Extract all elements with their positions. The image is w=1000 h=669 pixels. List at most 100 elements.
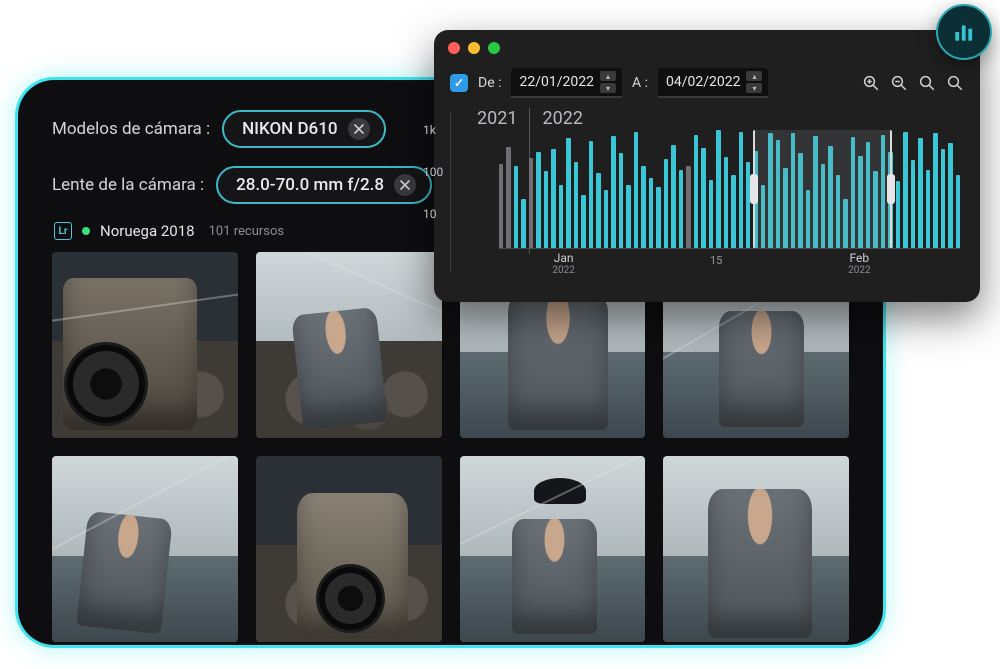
histogram-bar[interactable] (828, 146, 832, 248)
thumbnail-grid (52, 252, 849, 642)
window-close-icon[interactable] (448, 42, 460, 54)
histogram-bar[interactable] (679, 170, 683, 248)
stepper-icon[interactable]: ▴▾ (600, 71, 616, 93)
histogram-bar[interactable] (664, 159, 668, 248)
histogram-bar[interactable] (753, 151, 757, 248)
histogram-bar[interactable] (731, 175, 735, 248)
status-dot-icon (82, 227, 90, 235)
zoom-reset-icon[interactable] (946, 74, 964, 92)
histogram-bar[interactable] (551, 149, 555, 248)
histogram-bar[interactable] (881, 135, 885, 248)
histogram-bar[interactable] (709, 180, 713, 248)
filter-chip-camera-model[interactable]: NIKON D610 (222, 110, 385, 148)
histogram-bar[interactable] (589, 141, 593, 248)
y-tick: 100 (423, 165, 443, 179)
date-from-value: 22/01/2022 (519, 74, 594, 90)
thumbnail[interactable] (52, 252, 238, 438)
close-icon[interactable] (348, 118, 370, 140)
histogram-bar[interactable] (866, 142, 870, 248)
histogram-bar[interactable] (566, 138, 570, 248)
histogram-bar[interactable] (604, 190, 608, 248)
filter-chip-lens[interactable]: 28.0-70.0 mm f/2.8 (216, 166, 432, 204)
histogram-bars[interactable] (499, 130, 960, 248)
histogram-bar[interactable] (536, 152, 540, 248)
thumbnail[interactable] (663, 456, 849, 642)
histogram-bar[interactable] (574, 162, 578, 248)
date-from-label: De : (478, 75, 501, 91)
histogram-bar[interactable] (596, 173, 600, 248)
histogram-bar[interactable] (821, 164, 825, 248)
histogram-bar[interactable] (888, 152, 892, 248)
window-zoom-icon[interactable] (488, 42, 500, 54)
histogram-bar[interactable] (761, 185, 765, 248)
histogram-bar[interactable] (873, 171, 877, 248)
histogram-bar[interactable] (836, 175, 840, 248)
histogram-bar[interactable] (739, 132, 743, 248)
histogram-bar[interactable] (948, 143, 952, 248)
histogram-bar[interactable] (896, 181, 900, 248)
thumbnail[interactable] (460, 456, 646, 642)
histogram-bar[interactable] (634, 132, 638, 248)
histogram-bar[interactable] (581, 195, 585, 248)
histogram-bar[interactable] (514, 166, 518, 248)
histogram-bar[interactable] (933, 133, 937, 248)
histogram-bar[interactable] (746, 162, 750, 248)
histogram-bar[interactable] (649, 178, 653, 248)
histogram-bar[interactable] (911, 160, 915, 248)
histogram-bar[interactable] (641, 166, 645, 248)
histogram-bar[interactable] (798, 153, 802, 248)
histogram-bar[interactable] (956, 175, 960, 248)
histogram-bar[interactable] (806, 190, 810, 248)
histogram-bar[interactable] (926, 170, 930, 248)
histogram-bar[interactable] (918, 138, 922, 248)
histogram-bar[interactable] (626, 185, 630, 248)
histogram-bar[interactable] (694, 135, 698, 248)
zoom-in-icon[interactable] (862, 74, 880, 92)
histogram-bar[interactable] (529, 158, 533, 249)
histogram-bar[interactable] (656, 187, 660, 248)
window-minimize-icon[interactable] (468, 42, 480, 54)
date-to-value: 04/02/2022 (666, 74, 741, 90)
filter-lens-label: Lente de la cámara : (52, 175, 204, 195)
histogram-bar[interactable] (776, 140, 780, 248)
histogram-bar[interactable] (506, 147, 510, 248)
stats-fab[interactable] (936, 4, 992, 60)
date-filter-checkbox[interactable]: ✓ (450, 74, 468, 92)
histogram-bar[interactable] (858, 156, 862, 248)
collection-name: Noruega 2018 (100, 222, 195, 240)
thumbnail[interactable] (256, 252, 442, 438)
histogram-bar[interactable] (559, 185, 563, 248)
histogram-bar[interactable] (544, 171, 548, 248)
histogram-bar[interactable] (813, 136, 817, 248)
histogram-bar[interactable] (903, 132, 907, 248)
histogram-bar[interactable] (686, 166, 690, 248)
zoom-out-icon[interactable] (890, 74, 908, 92)
histogram-bar[interactable] (783, 168, 787, 248)
histogram-bar[interactable] (791, 133, 795, 248)
histogram-bar[interactable] (701, 148, 705, 248)
timeline-chart[interactable]: 2021 2022 Jan2022Feb202215 1k10010 (450, 112, 964, 272)
close-icon[interactable] (394, 174, 416, 196)
histogram-bar[interactable] (521, 199, 525, 248)
histogram-bar[interactable] (851, 137, 855, 248)
histogram-bar[interactable] (941, 149, 945, 248)
thumbnail[interactable] (52, 456, 238, 642)
histogram-bar[interactable] (611, 136, 615, 248)
zoom-fit-icon[interactable] (918, 74, 936, 92)
window-controls (448, 42, 500, 54)
timeline-window: ✓ De : 22/01/2022 ▴▾ A : 04/02/2022 ▴▾ 2… (434, 30, 980, 302)
histogram-bar[interactable] (499, 164, 503, 248)
histogram-bar[interactable] (724, 157, 728, 248)
histogram-bar[interactable] (671, 145, 675, 248)
filter-chip-camera-model-value: NIKON D610 (242, 119, 337, 139)
thumbnail[interactable] (256, 456, 442, 642)
date-to-input[interactable]: 04/02/2022 ▴▾ (658, 68, 769, 98)
date-from-input[interactable]: 22/01/2022 ▴▾ (511, 68, 622, 98)
histogram-bar[interactable] (843, 199, 847, 248)
histogram-bar[interactable] (768, 133, 772, 248)
histogram-bar[interactable] (716, 130, 720, 248)
histogram-bar[interactable] (619, 153, 623, 248)
x-tick-major: Feb2022 (848, 252, 870, 276)
lightroom-badge-icon: Lr (54, 222, 72, 240)
stepper-icon[interactable]: ▴▾ (746, 71, 762, 93)
